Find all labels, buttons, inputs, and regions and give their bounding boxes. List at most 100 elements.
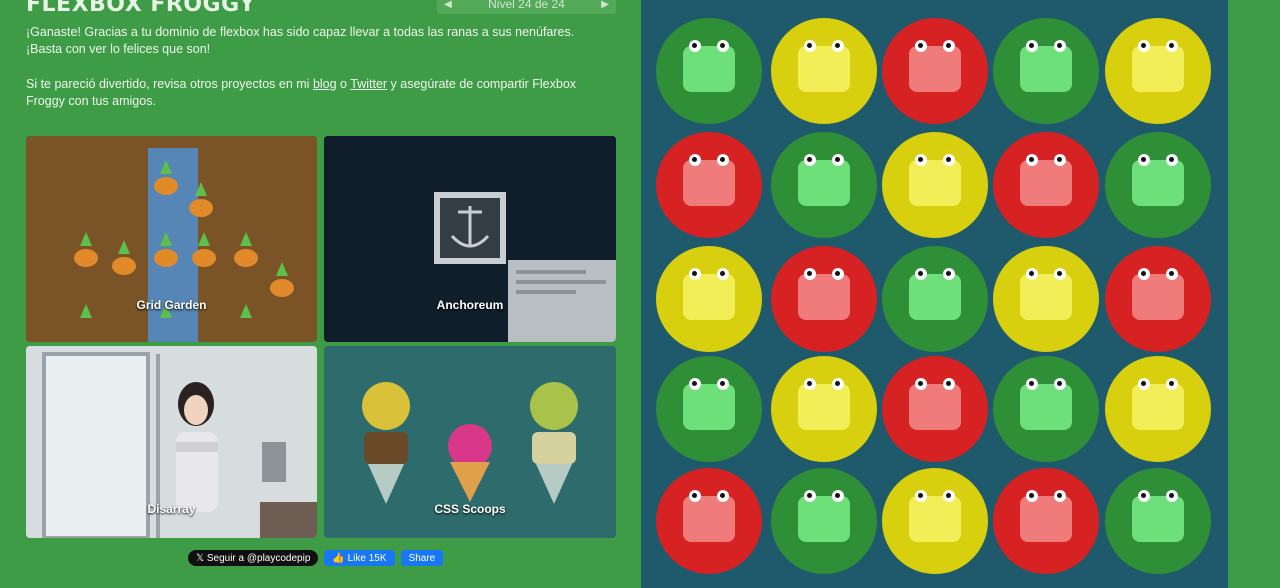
frog-yellow bbox=[683, 268, 735, 320]
project-name: Disarray bbox=[147, 502, 196, 516]
frog-eye bbox=[1026, 378, 1038, 390]
frog-red bbox=[798, 268, 850, 320]
frog-eye bbox=[1054, 490, 1066, 502]
frog-yellow bbox=[909, 490, 961, 542]
frog-eye bbox=[943, 268, 955, 280]
frog-eye bbox=[689, 490, 701, 502]
game-title: FLEXBOX FROGGY bbox=[26, 0, 256, 17]
share-text-start: Si te pareció divertido, revisa otros pr… bbox=[26, 77, 313, 91]
instructions-panel: FLEXBOX FROGGY ◀ Nivel 24 de 24 ▶ ¡Ganas… bbox=[0, 0, 641, 588]
frog-eye bbox=[1054, 268, 1066, 280]
frog-eye bbox=[832, 268, 844, 280]
share-text-mid: o bbox=[336, 77, 351, 91]
blog-link[interactable]: blog bbox=[313, 77, 337, 91]
frog-green bbox=[798, 154, 850, 206]
project-name: Grid Garden bbox=[136, 298, 207, 312]
frog-eye bbox=[1166, 490, 1178, 502]
frog-eye bbox=[915, 378, 927, 390]
frog-eye bbox=[943, 40, 955, 52]
frog-eye bbox=[915, 154, 927, 166]
frog-red bbox=[909, 378, 961, 430]
frog-eye bbox=[915, 40, 927, 52]
frog-eye bbox=[717, 154, 729, 166]
frog-eye bbox=[1054, 378, 1066, 390]
frog-red bbox=[1020, 154, 1072, 206]
frog-green bbox=[683, 40, 735, 92]
twitter-link[interactable]: Twitter bbox=[350, 77, 387, 91]
frog-eye bbox=[943, 154, 955, 166]
frog-eye bbox=[1138, 268, 1150, 280]
frog-eye bbox=[804, 490, 816, 502]
facebook-like-button[interactable]: 👍 Like 15K bbox=[324, 550, 395, 566]
frog-eye bbox=[1026, 268, 1038, 280]
frog-eye bbox=[804, 154, 816, 166]
right-background-strip bbox=[1228, 0, 1280, 588]
frog-eye bbox=[717, 268, 729, 280]
follow-x-button[interactable]: 𝕏 Seguir a @playcodepip bbox=[188, 550, 319, 566]
frog-yellow bbox=[1020, 268, 1072, 320]
frog-red bbox=[1020, 490, 1072, 542]
frog-eye bbox=[832, 154, 844, 166]
project-card-grid-garden[interactable]: Grid Garden bbox=[26, 136, 317, 342]
frog-red bbox=[683, 154, 735, 206]
frog-eye bbox=[689, 268, 701, 280]
frog-green bbox=[909, 268, 961, 320]
frog-eye bbox=[689, 154, 701, 166]
frog-eye bbox=[1054, 154, 1066, 166]
project-name: CSS Scoops bbox=[434, 502, 506, 516]
frog-eye bbox=[689, 378, 701, 390]
frog-eye bbox=[689, 40, 701, 52]
frog-yellow bbox=[1132, 378, 1184, 430]
frog-eye bbox=[1138, 490, 1150, 502]
share-message: Si te pareció divertido, revisa otros pr… bbox=[26, 76, 611, 110]
frog-yellow bbox=[798, 378, 850, 430]
project-card-anchoreum[interactable]: Anchoreum bbox=[324, 136, 616, 342]
frog-green bbox=[1020, 378, 1072, 430]
prev-level-icon[interactable]: ◀ bbox=[437, 0, 459, 10]
frog-eye bbox=[1026, 154, 1038, 166]
frog-green bbox=[1132, 154, 1184, 206]
frog-eye bbox=[832, 490, 844, 502]
frog-eye bbox=[1138, 154, 1150, 166]
frog-green bbox=[1020, 40, 1072, 92]
frog-yellow bbox=[909, 154, 961, 206]
frog-eye bbox=[804, 378, 816, 390]
frog-eye bbox=[832, 40, 844, 52]
frog-eye bbox=[1026, 490, 1038, 502]
frog-eye bbox=[1054, 40, 1066, 52]
pond-board bbox=[641, 0, 1228, 588]
frog-red bbox=[1132, 268, 1184, 320]
frog-eye bbox=[1138, 40, 1150, 52]
frog-eye bbox=[1166, 154, 1178, 166]
frog-eye bbox=[915, 490, 927, 502]
frog-eye bbox=[915, 268, 927, 280]
frog-eye bbox=[1166, 40, 1178, 52]
frog-eye bbox=[804, 268, 816, 280]
social-buttons: 𝕏 Seguir a @playcodepip 👍 Like 15K Share bbox=[188, 550, 444, 566]
frog-eye bbox=[717, 40, 729, 52]
projects-grid: Grid Garden Anchoreum Disarray CSS Scoop… bbox=[26, 136, 616, 538]
frog-eye bbox=[1166, 268, 1178, 280]
frog-eye bbox=[832, 378, 844, 390]
frog-yellow bbox=[1132, 40, 1184, 92]
frog-red bbox=[909, 40, 961, 92]
frog-eye bbox=[1138, 378, 1150, 390]
frog-eye bbox=[943, 378, 955, 390]
frog-green bbox=[798, 490, 850, 542]
facebook-share-button[interactable]: Share bbox=[400, 550, 444, 566]
level-indicator[interactable]: Nivel 24 de 24 bbox=[459, 0, 594, 11]
project-name: Anchoreum bbox=[436, 298, 504, 312]
frog-eye bbox=[717, 490, 729, 502]
project-card-css-scoops[interactable]: CSS Scoops bbox=[324, 346, 616, 538]
win-message: ¡Ganaste! Gracias a tu dominio de flexbo… bbox=[26, 25, 575, 56]
frog-eye bbox=[943, 490, 955, 502]
project-card-disarray[interactable]: Disarray bbox=[26, 346, 317, 538]
frog-eye bbox=[1026, 40, 1038, 52]
frog-red bbox=[683, 490, 735, 542]
level-selector[interactable]: ◀ Nivel 24 de 24 ▶ bbox=[437, 0, 616, 14]
next-level-icon[interactable]: ▶ bbox=[594, 0, 616, 10]
frog-eye bbox=[717, 378, 729, 390]
frog-eye bbox=[1166, 378, 1178, 390]
frog-yellow bbox=[798, 40, 850, 92]
frog-eye bbox=[804, 40, 816, 52]
